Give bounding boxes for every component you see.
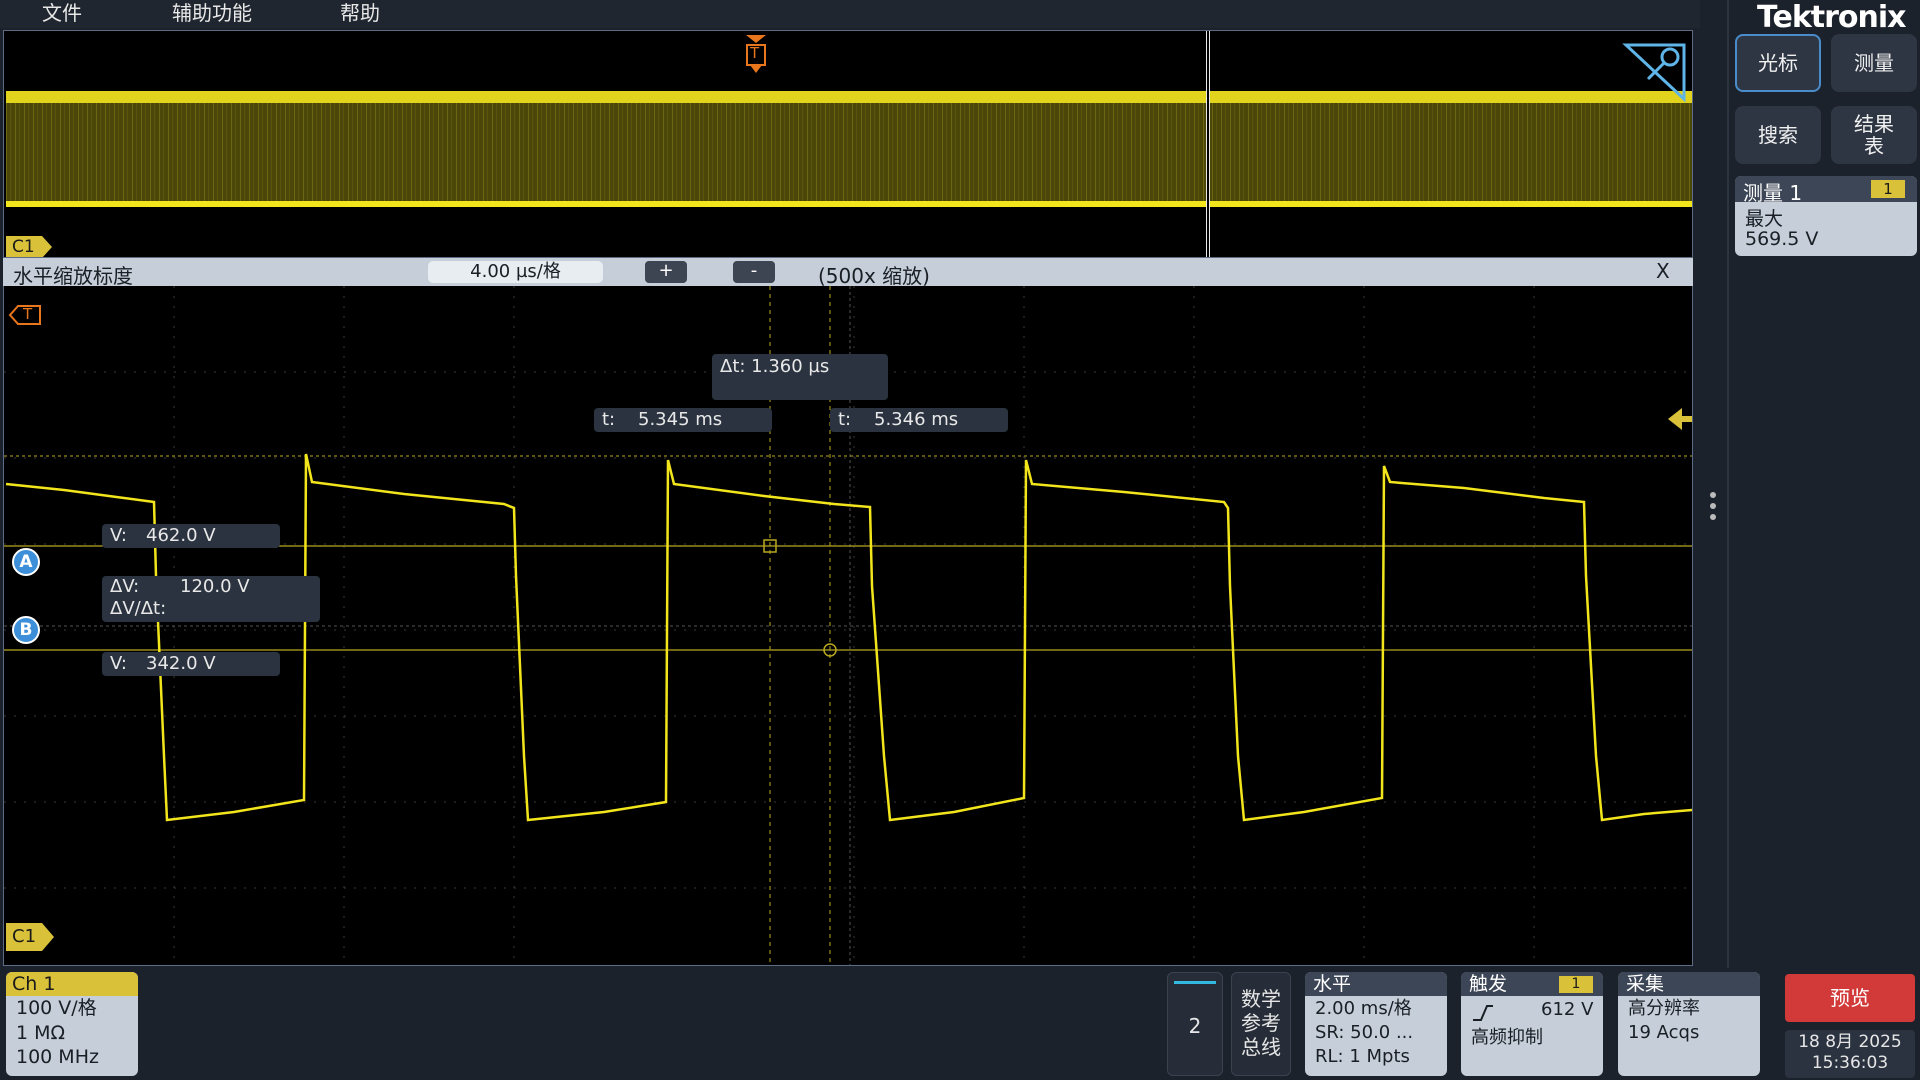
channel-1-scale: 100 V/格: [16, 997, 97, 1019]
trigger-marker-label: T: [23, 305, 33, 323]
measurement-channel-badge: 1: [1871, 180, 1905, 198]
trigger-source-badge: 1: [1559, 976, 1593, 993]
delta-v-label: ΔV:: [110, 576, 140, 597]
search-button[interactable]: 搜索: [1735, 106, 1821, 164]
menu-utilities[interactable]: 辅助功能: [172, 0, 252, 28]
zoom-out-button[interactable]: -: [733, 261, 775, 283]
channel-1-badge[interactable]: Ch 1 100 V/格 1 MΩ 100 MHz: [6, 972, 138, 1076]
measurement-type: 最大: [1745, 208, 1784, 230]
bottom-bar: Ch 1 100 V/格 1 MΩ 100 MHz 2 数学 参考 总线 水平 …: [0, 968, 1920, 1080]
cursor-a-voltage-value: 462.0 V: [146, 525, 216, 546]
zoom-title: 水平缩放标度: [13, 264, 133, 288]
channel-2-label: 2: [1188, 1014, 1202, 1038]
right-panel: Tektronix 光标 测量 搜索 结果 表 测量 1 1 最大 569.5 …: [1727, 0, 1920, 1080]
overview-waveform: [6, 31, 1692, 257]
cursor-a-voltage-label: V:: [110, 525, 127, 546]
results-table-label-2: 表: [1864, 134, 1884, 158]
zoom-magnifier-icon[interactable]: [1622, 43, 1686, 103]
acquisition-mode: 高分辨率: [1628, 998, 1700, 1019]
cursor-b-time-label: t:: [838, 409, 852, 430]
ref-label: 参考: [1241, 1011, 1281, 1035]
overview-trigger-label: T: [750, 44, 760, 62]
delta-v-readout: ΔV: 120.0 V ΔV/Δt:: [102, 576, 320, 622]
horizontal-record-length: RL: 1 Mpts: [1315, 1046, 1410, 1067]
cursor-b-voltage-value: 342.0 V: [146, 653, 216, 674]
horizontal-scale: 2.00 ms/格: [1315, 998, 1412, 1019]
channel-1-impedance: 1 MΩ: [16, 1022, 66, 1044]
preview-button[interactable]: 预览: [1785, 974, 1915, 1022]
horizontal-badge[interactable]: 水平 2.00 ms/格 SR: 50.0 ... RL: 1 Mpts: [1305, 972, 1447, 1076]
zoom-factor: (500x 缩放): [818, 264, 930, 288]
cursor-b-time-readout: t: 5.346 ms: [830, 408, 1008, 432]
zoom-scale-field[interactable]: 4.00 µs/格: [428, 261, 603, 283]
cursor-a-handle[interactable]: A: [12, 548, 40, 576]
add-channel-2-button[interactable]: 2: [1167, 972, 1223, 1076]
measurement-title: 测量 1: [1743, 181, 1803, 205]
add-math-ref-bus-button[interactable]: 数学 参考 总线: [1231, 972, 1291, 1076]
overview-channel-tag[interactable]: C1: [6, 236, 54, 257]
channel-2-color-bar: [1174, 981, 1216, 984]
cursor-b-voltage-label: V:: [110, 653, 127, 674]
cursor-b-handle[interactable]: B: [12, 616, 40, 644]
zoom-bar: 水平缩放标度 4.00 µs/格 + - (500x 缩放) X: [3, 258, 1693, 288]
results-table-button[interactable]: 结果 表: [1831, 106, 1917, 164]
measure-button[interactable]: 测量: [1831, 34, 1917, 92]
measurement-value: 569.5 V: [1745, 228, 1819, 250]
cursor-a-time-value: 5.345 ms: [638, 409, 723, 430]
delta-v-value: 120.0 V: [180, 576, 250, 597]
trigger-badge[interactable]: 触发 1 612 V 高频抑制: [1461, 972, 1603, 1076]
channel-1-badge-title: Ch 1: [6, 972, 138, 996]
trigger-level-arrow-icon[interactable]: [1668, 408, 1693, 430]
trigger-coupling: 高频抑制: [1471, 1027, 1543, 1048]
overview-channel-label: C1: [12, 237, 35, 257]
date-time-display[interactable]: 18 8月 2025 15:36:03: [1785, 1030, 1915, 1078]
trigger-title: 触发: [1469, 973, 1508, 995]
menu-bar: 文件 辅助功能 帮助: [0, 0, 1700, 28]
time-label: 15:36:03: [1811, 1053, 1889, 1073]
results-table-label-1: 结果: [1854, 112, 1894, 136]
channel-1-tag-label: C1: [12, 926, 37, 947]
horizontal-sample-rate: SR: 50.0 ...: [1315, 1022, 1414, 1043]
overview-waveform-pane[interactable]: T C1: [3, 30, 1693, 258]
trigger-header: 触发 1: [1461, 972, 1603, 996]
overview-trigger-marker[interactable]: T: [744, 35, 768, 77]
cursor-a-time-readout: t: 5.345 ms: [594, 408, 772, 432]
main-waveform-pane[interactable]: T Δt: 1.360 µs t: 5.345 ms t: 5.346 ms V…: [3, 286, 1693, 966]
cursor-b-time-value: 5.346 ms: [874, 409, 959, 430]
cursor-button[interactable]: 光标: [1735, 34, 1821, 92]
zoom-close-button[interactable]: X: [1656, 259, 1670, 283]
measurement-1-badge[interactable]: 测量 1 1 最大 569.5 V: [1735, 176, 1917, 256]
channel-1-tag[interactable]: C1: [6, 923, 54, 951]
cursor-a-time-label: t:: [602, 409, 616, 430]
menu-help[interactable]: 帮助: [340, 0, 380, 28]
math-label: 数学: [1241, 987, 1281, 1011]
horizontal-title: 水平: [1305, 972, 1447, 996]
cursor-a-voltage-readout: V: 462.0 V: [102, 524, 280, 548]
dv-dt-label: ΔV/Δt:: [110, 598, 167, 619]
zoom-in-button[interactable]: +: [645, 261, 687, 283]
date-label: 18 8月 2025: [1798, 1032, 1902, 1052]
bus-label: 总线: [1241, 1035, 1281, 1059]
menu-file[interactable]: 文件: [42, 0, 82, 28]
side-panel-handle-icon[interactable]: [1709, 492, 1717, 526]
delta-t-readout: Δt: 1.360 µs: [712, 354, 888, 400]
acquisition-count: 19 Acqs: [1628, 1022, 1700, 1043]
channel-1-bandwidth: 100 MHz: [16, 1046, 99, 1068]
acquisition-badge[interactable]: 采集 高分辨率 19 Acqs: [1618, 972, 1760, 1076]
tektronix-logo: Tektronix: [1757, 0, 1907, 35]
trigger-position-marker[interactable]: T: [8, 304, 42, 326]
rising-edge-icon: [1473, 1005, 1493, 1021]
cursor-b-voltage-readout: V: 342.0 V: [102, 652, 280, 676]
acquisition-title: 采集: [1618, 972, 1760, 996]
trigger-level: 612 V: [1541, 999, 1594, 1020]
